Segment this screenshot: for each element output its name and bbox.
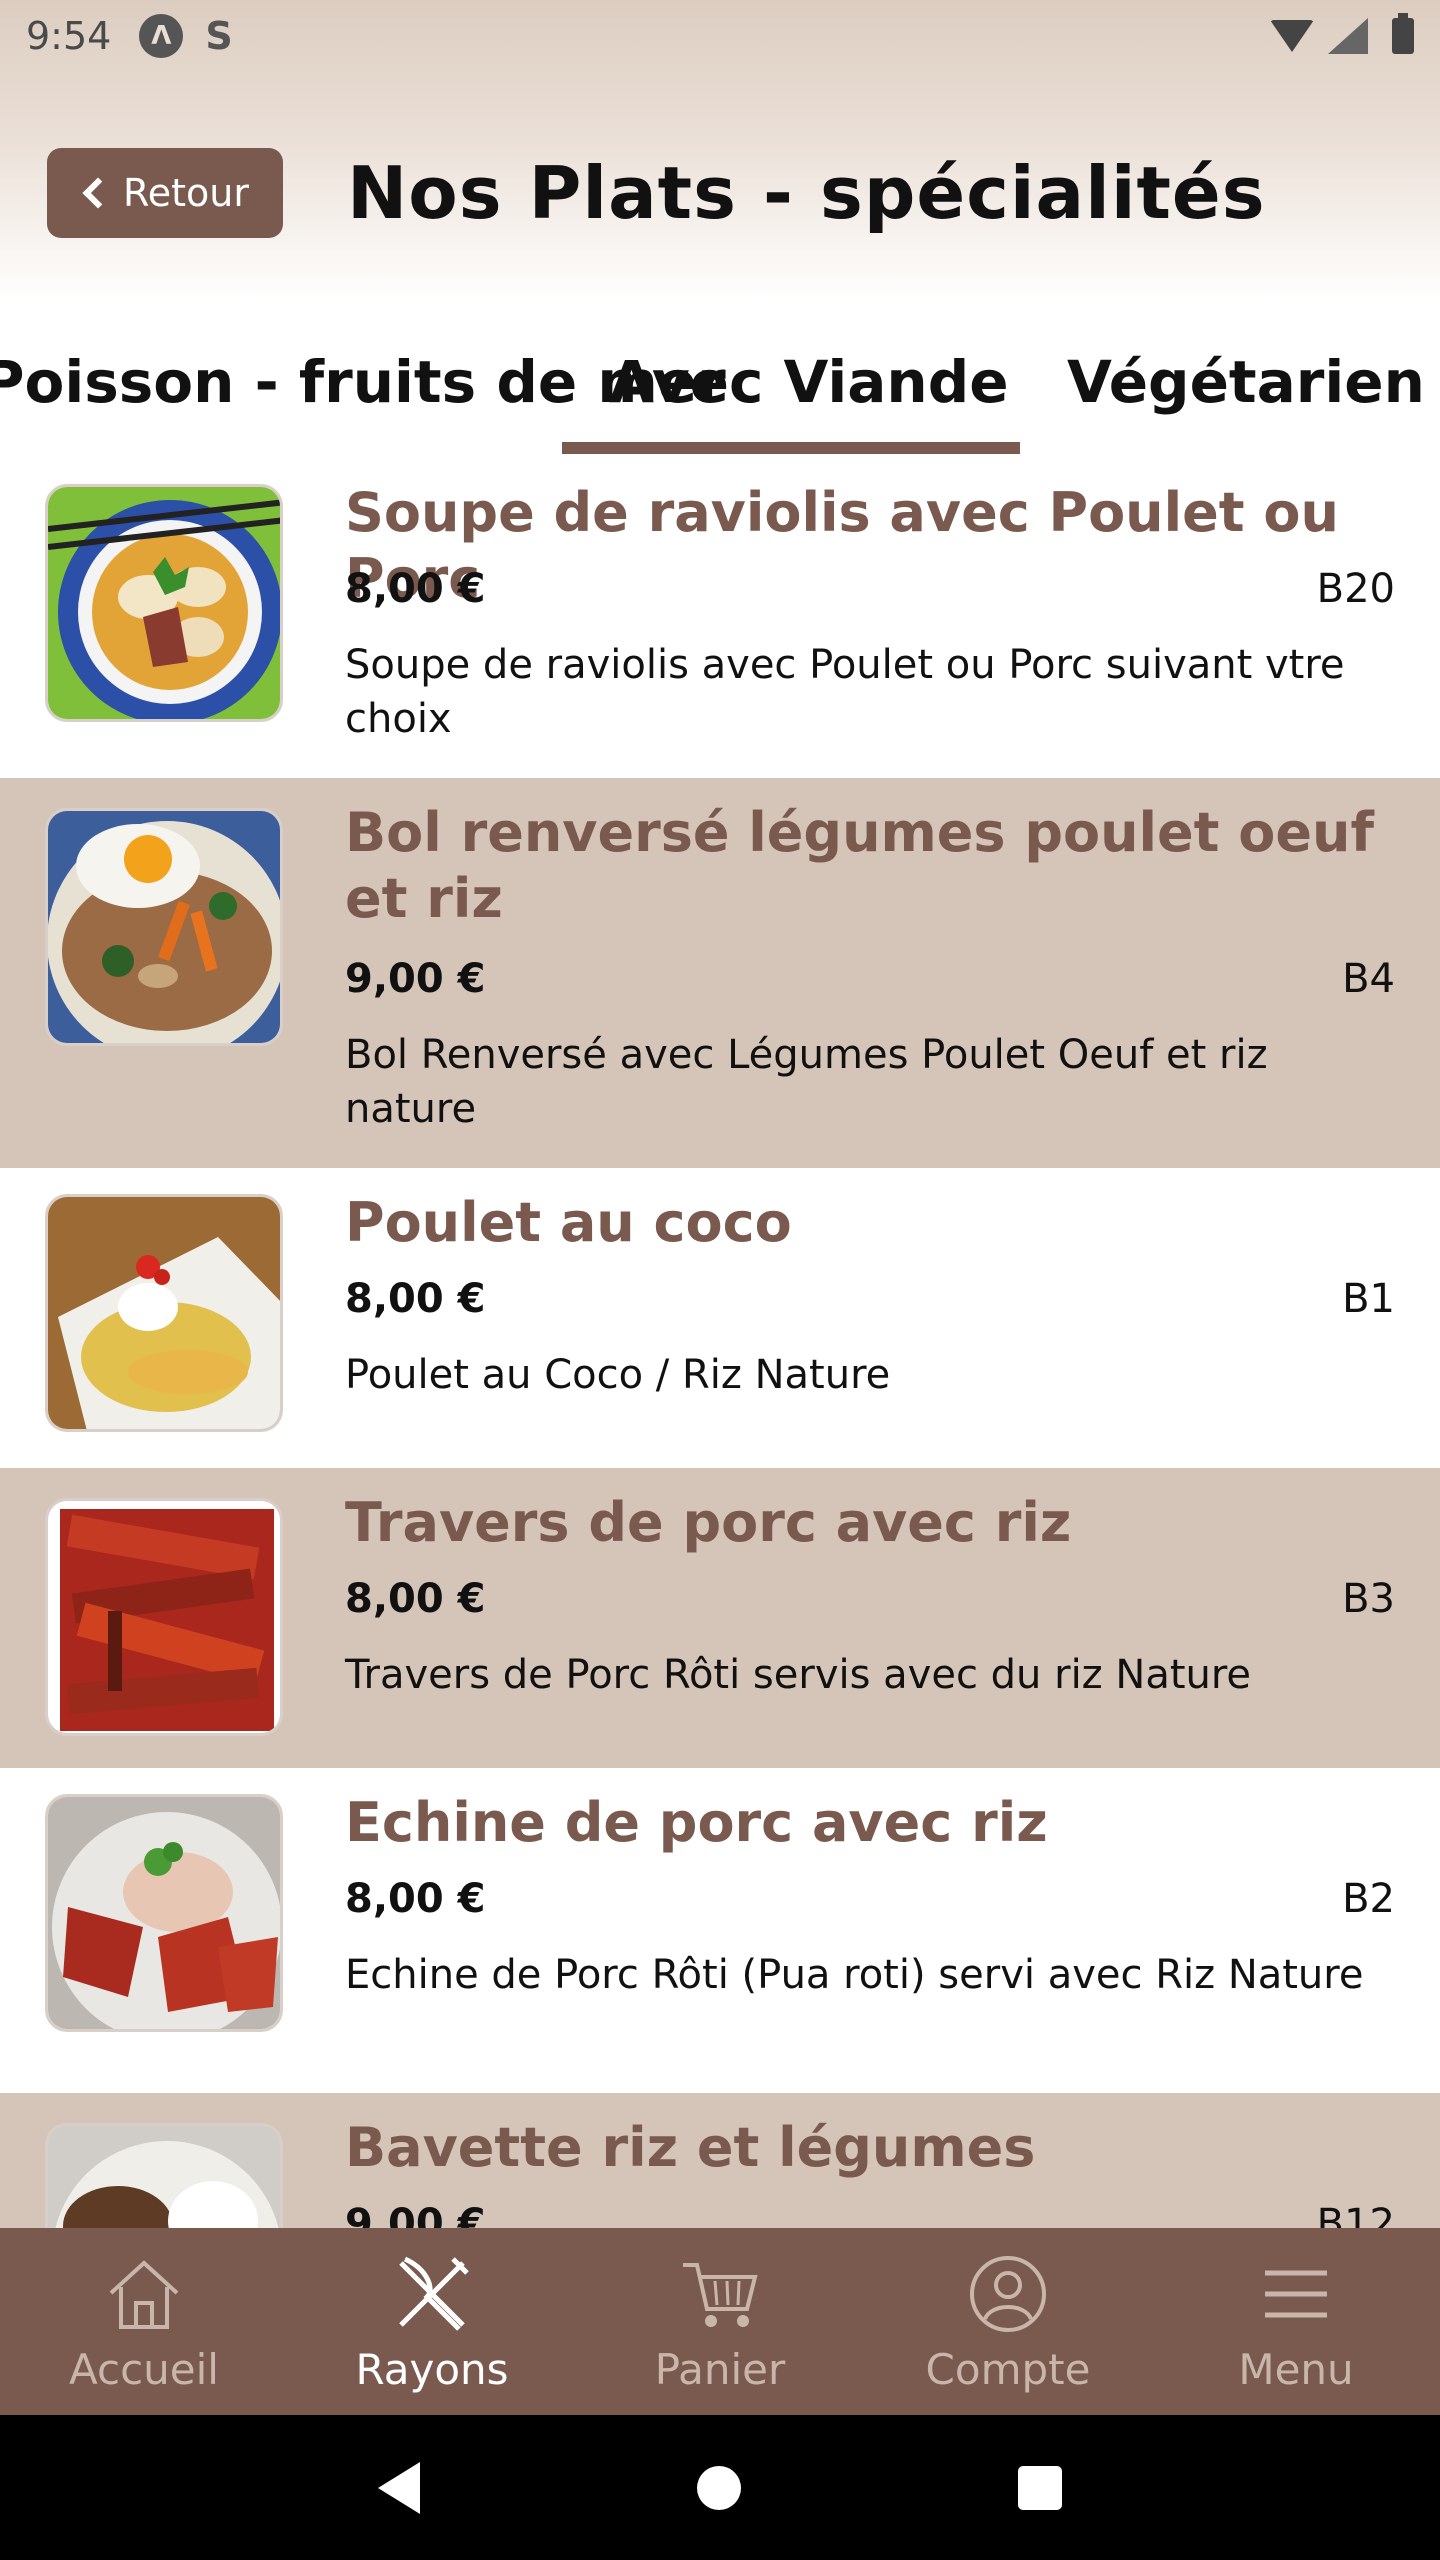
back-button[interactable]: Retour bbox=[47, 147, 283, 238]
s-notification-icon: S bbox=[205, 14, 233, 58]
nav-compte-label: Compte bbox=[925, 2345, 1091, 2394]
product-image bbox=[45, 1498, 283, 1736]
list-item[interactable]: Echine de porc avec riz 8,00 € B2 Echine… bbox=[0, 1768, 1440, 2093]
home-icon bbox=[109, 2260, 179, 2329]
active-tab-indicator bbox=[562, 442, 1020, 454]
list-item[interactable]: Bol renversé légumes poulet oeuf et riz … bbox=[0, 778, 1440, 1168]
item-title: Echine de porc avec riz bbox=[345, 1791, 1048, 1854]
item-price: 9,00 € bbox=[345, 2201, 486, 2228]
item-price: 9,00 € bbox=[345, 956, 486, 1002]
system-navigation-bar bbox=[0, 2415, 1440, 2560]
battery-icon bbox=[1392, 13, 1414, 54]
item-code: B20 bbox=[1316, 566, 1395, 612]
list-item[interactable]: Soupe de raviolis avec Poulet ou Porc 8,… bbox=[0, 458, 1440, 778]
system-back-icon[interactable] bbox=[378, 2461, 421, 2514]
item-price: 8,00 € bbox=[345, 1876, 486, 1922]
status-time: 9:54 bbox=[26, 14, 112, 58]
product-image bbox=[45, 808, 283, 1046]
item-code: B2 bbox=[1342, 1876, 1395, 1922]
product-image bbox=[45, 1194, 283, 1432]
item-description: Travers de Porc Rôti servis avec du riz … bbox=[345, 1652, 1252, 1698]
item-title: Bavette riz et légumes bbox=[345, 2116, 1036, 2179]
item-code: B12 bbox=[1316, 2201, 1395, 2228]
menu-icon bbox=[1265, 2270, 1327, 2318]
system-recents-icon[interactable] bbox=[1017, 2465, 1062, 2510]
item-description: Soupe de raviolis avec Poulet ou Porc su… bbox=[345, 642, 1345, 742]
item-description: Bol Renversé avec Légumes Poulet Oeuf et… bbox=[345, 1032, 1268, 1132]
product-image bbox=[45, 1794, 283, 2032]
item-price: 8,00 € bbox=[345, 1276, 486, 1322]
item-description: Poulet au Coco / Riz Nature bbox=[345, 1352, 891, 1398]
item-code: B3 bbox=[1342, 1576, 1395, 1622]
signal-icon bbox=[1328, 18, 1368, 54]
item-price: 8,00 € bbox=[345, 566, 486, 612]
nav-accueil[interactable]: Accueil bbox=[0, 2228, 288, 2415]
system-home-icon[interactable] bbox=[696, 2465, 741, 2510]
item-price: 8,00 € bbox=[345, 1576, 486, 1622]
nav-accueil-label: Accueil bbox=[69, 2345, 219, 2394]
nav-menu[interactable]: Menu bbox=[1152, 2228, 1440, 2415]
nav-rayons-label: Rayons bbox=[355, 2345, 509, 2394]
category-tabs: Poisson - fruits de mer Avec Viande Végé… bbox=[0, 330, 1440, 458]
nav-rayons[interactable]: Rayons bbox=[288, 2228, 576, 2415]
status-bar: 9:54 Λ S bbox=[0, 0, 1440, 72]
item-title: Bol renversé légumes poulet oeuf et riz bbox=[345, 801, 1374, 930]
tab-vegetarien[interactable]: Végétarien bbox=[1067, 348, 1425, 416]
nav-compte[interactable]: Compte bbox=[864, 2228, 1152, 2415]
item-title: Travers de porc avec riz bbox=[345, 1491, 1072, 1554]
item-code: B4 bbox=[1342, 956, 1395, 1002]
nav-panier-label: Panier bbox=[654, 2345, 786, 2394]
list-item[interactable]: Poulet au coco 8,00 € B1 Poulet au Coco … bbox=[0, 1168, 1440, 1468]
product-image bbox=[45, 484, 283, 722]
fork-knife-icon bbox=[399, 2256, 469, 2331]
tab-avec-viande[interactable]: Avec Viande bbox=[609, 348, 1009, 416]
wifi-icon bbox=[1270, 20, 1314, 52]
item-description: Echine de Porc Rôti (Pua roti) servi ave… bbox=[345, 1952, 1364, 1998]
product-list[interactable]: Soupe de raviolis avec Poulet ou Porc 8,… bbox=[0, 458, 1440, 2228]
nav-panier[interactable]: Panier bbox=[576, 2228, 864, 2415]
account-icon bbox=[970, 2256, 1046, 2332]
page-header: Retour Nos Plats - spécialités bbox=[0, 130, 1440, 255]
list-item[interactable]: Bavette riz et légumes 9,00 € B12 bbox=[0, 2093, 1440, 2228]
bottom-navigation: Accueil Rayons Panier Compte Menu bbox=[0, 2228, 1440, 2415]
back-button-label: Retour bbox=[123, 170, 249, 215]
page-title: Nos Plats - spécialités bbox=[347, 150, 1266, 235]
item-title: Poulet au coco bbox=[345, 1191, 792, 1254]
item-title: Soupe de raviolis avec Poulet ou Porc bbox=[345, 481, 1339, 610]
a-notification-icon: Λ bbox=[139, 14, 184, 58]
cart-icon bbox=[683, 2263, 758, 2327]
nav-menu-label: Menu bbox=[1238, 2345, 1354, 2394]
list-item[interactable]: Travers de porc avec riz 8,00 € B3 Trave… bbox=[0, 1468, 1440, 1768]
product-image bbox=[45, 2123, 283, 2228]
item-code: B1 bbox=[1342, 1276, 1395, 1322]
chevron-left-icon bbox=[82, 176, 114, 209]
